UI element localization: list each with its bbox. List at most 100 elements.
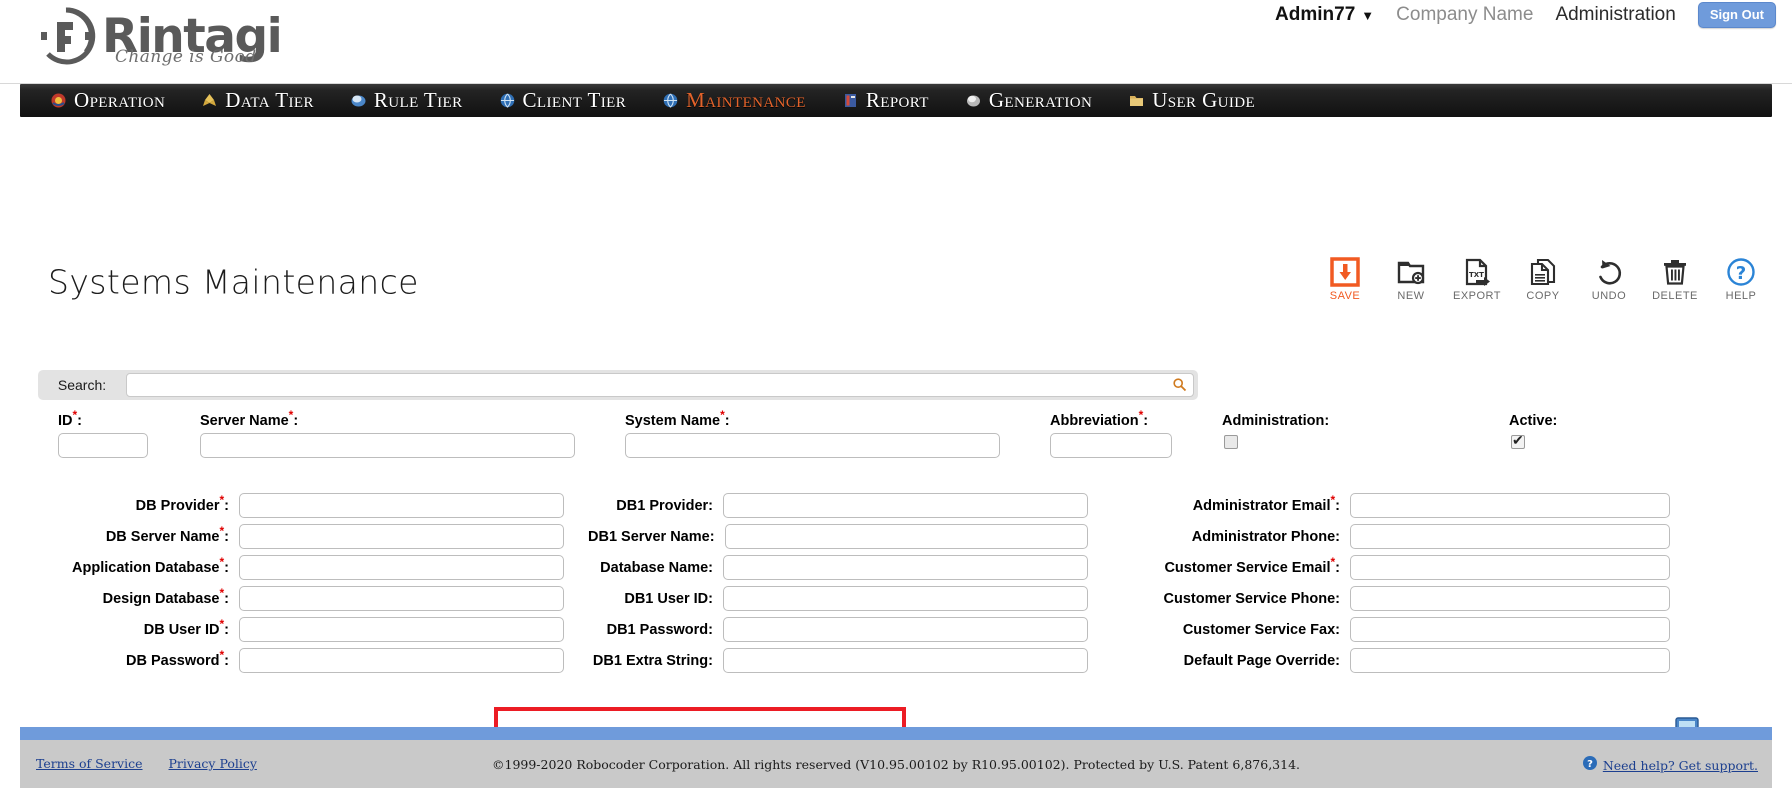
client-tier-icon [499, 92, 516, 109]
nav-label-report: Report [865, 88, 929, 112]
delete-label: DELETE [1652, 290, 1698, 302]
operation-icon [50, 92, 67, 109]
sign-out-button[interactable]: Sign Out [1697, 2, 1776, 28]
field-db-provider-input[interactable] [239, 493, 564, 518]
export-txt-icon: TXT [1465, 258, 1490, 286]
nav-label-operation: Operation [74, 88, 166, 112]
rule-tier-icon [350, 92, 367, 109]
field-administrator-phone: Administrator Phone: [1110, 524, 1670, 549]
field-db1-user-id: DB1 User ID: [588, 586, 1088, 611]
field-db1-password-input[interactable] [723, 617, 1088, 642]
field-customer-service-email-input[interactable] [1350, 555, 1670, 580]
field-server-name-input[interactable] [200, 433, 575, 458]
form-column-right: Administrator Email*: Administrator Phon… [1110, 493, 1670, 673]
nav-item-data-tier[interactable]: Data Tier [201, 84, 314, 117]
field-default-page-override: Default Page Override: [1110, 648, 1670, 673]
systems-maintenance-form: ID*: Server Name*: System Name*: Abbrevi… [0, 408, 1792, 788]
search-label: Search: [57, 377, 107, 393]
search-input-wrapper [126, 373, 1194, 397]
field-server-name: Server Name*: [200, 409, 575, 458]
help-question-icon: ? [1727, 258, 1755, 286]
field-administration-checkbox[interactable] [1224, 435, 1238, 449]
save-icon [1330, 257, 1360, 287]
field-db1-server-name-input[interactable] [724, 524, 1088, 549]
administration-link[interactable]: Administration [1555, 4, 1675, 26]
field-database-name: Database Name: [588, 555, 1088, 580]
field-db1-user-id-label: DB1 User ID: [624, 590, 713, 607]
help-button[interactable]: ? HELP [1718, 257, 1764, 302]
field-customer-service-phone-input[interactable] [1350, 586, 1670, 611]
nav-item-user-guide[interactable]: User Guide [1128, 84, 1255, 117]
field-db1-extra-string-label: DB1 Extra String: [592, 652, 713, 669]
field-db-server-name-input[interactable] [239, 524, 564, 549]
field-customer-service-fax-input[interactable] [1350, 617, 1670, 642]
form-column-middle: DB1 Provider: DB1 Server Name: Database … [588, 493, 1088, 673]
field-design-database: Design Database*: [34, 586, 564, 611]
undo-label: UNDO [1591, 290, 1627, 302]
nav-label-generation: Generation [988, 88, 1093, 112]
field-db1-user-id-input[interactable] [723, 586, 1088, 611]
field-db-password-input[interactable] [239, 648, 564, 673]
footer-links: Terms of Service Privacy Policy [36, 756, 257, 771]
nav-item-generation[interactable]: Generation [965, 84, 1092, 117]
chevron-down-icon: ▼ [1361, 7, 1375, 23]
field-database-name-input[interactable] [723, 555, 1088, 580]
data-tier-icon [201, 92, 218, 109]
maintenance-icon [662, 92, 679, 109]
field-active-checkbox[interactable] [1511, 432, 1525, 449]
field-db-password: DB Password*: [34, 648, 564, 673]
app-page: Rintagi Change is Good Admin77 ▼ Company… [0, 0, 1792, 788]
field-application-database-input[interactable] [239, 555, 564, 580]
nav-label-client-tier: Client Tier [522, 88, 627, 112]
field-system-name: System Name*: [625, 409, 1000, 458]
nav-label-rule-tier: Rule Tier [373, 88, 463, 112]
help-circle-icon: ? [1582, 755, 1598, 776]
search-input[interactable] [126, 373, 1194, 397]
field-db1-extra-string-input[interactable] [723, 648, 1088, 673]
field-design-database-input[interactable] [239, 586, 564, 611]
terms-of-service-link[interactable]: Terms of Service [36, 756, 143, 771]
svg-text:TXT: TXT [1469, 271, 1484, 279]
field-abbreviation-input[interactable] [1050, 433, 1172, 458]
field-default-page-override-label: Default Page Override: [1183, 652, 1340, 669]
field-administration: Administration: [1222, 413, 1329, 449]
field-id: ID*: [58, 409, 148, 458]
magnifier-icon[interactable] [1172, 377, 1187, 392]
field-system-name-input[interactable] [625, 433, 1000, 458]
record-toolbar: SAVE NEW TXT EXPORT COPY UNDO DELETE ? H… [1322, 257, 1764, 302]
field-administrator-phone-input[interactable] [1350, 524, 1670, 549]
privacy-policy-link[interactable]: Privacy Policy [169, 756, 257, 771]
nav-item-maintenance[interactable]: Maintenance [662, 84, 806, 117]
undo-button[interactable]: UNDO [1586, 257, 1632, 302]
nav-item-rule-tier[interactable]: Rule Tier [350, 84, 463, 117]
top-header: Rintagi Change is Good Admin77 ▼ Company… [0, 0, 1792, 84]
nav-item-operation[interactable]: Operation [50, 84, 165, 117]
copy-button[interactable]: COPY [1520, 257, 1566, 302]
field-active: Active: [1509, 413, 1557, 449]
page-title: Systems Maintenance [48, 262, 419, 302]
save-button[interactable]: SAVE [1322, 257, 1368, 302]
field-db1-password: DB1 Password: [588, 617, 1088, 642]
field-db1-provider-input[interactable] [723, 493, 1088, 518]
nav-item-client-tier[interactable]: Client Tier [499, 84, 627, 117]
copy-label: COPY [1526, 290, 1560, 302]
delete-button[interactable]: DELETE [1652, 257, 1698, 302]
field-customer-service-email: Customer Service Email*: [1110, 555, 1670, 580]
nav-item-report[interactable]: Report [842, 84, 929, 117]
get-support-link[interactable]: Need help? Get support. [1603, 758, 1758, 773]
field-db1-provider: DB1 Provider: [588, 493, 1088, 518]
field-default-page-override-input[interactable] [1350, 648, 1670, 673]
field-abbreviation-label: Abbreviation*: [1050, 408, 1149, 429]
export-button[interactable]: TXT EXPORT [1453, 257, 1501, 302]
field-administrator-email-input[interactable] [1350, 493, 1670, 518]
form-column-left: DB Provider*: DB Server Name*: Applicati… [34, 493, 564, 673]
brand-wordmark: Rintagi Change is Good [102, 13, 283, 67]
nav-label-maintenance: Maintenance [686, 88, 806, 112]
new-button[interactable]: NEW [1388, 257, 1434, 302]
user-menu[interactable]: Admin77 ▼ [1275, 4, 1374, 26]
field-id-input[interactable] [58, 433, 148, 458]
field-db-user-id-input[interactable] [239, 617, 564, 642]
brand-logo[interactable]: Rintagi Change is Good [36, 6, 283, 67]
field-db-server-name: DB Server Name*: [34, 524, 564, 549]
field-application-database: Application Database*: [34, 555, 564, 580]
